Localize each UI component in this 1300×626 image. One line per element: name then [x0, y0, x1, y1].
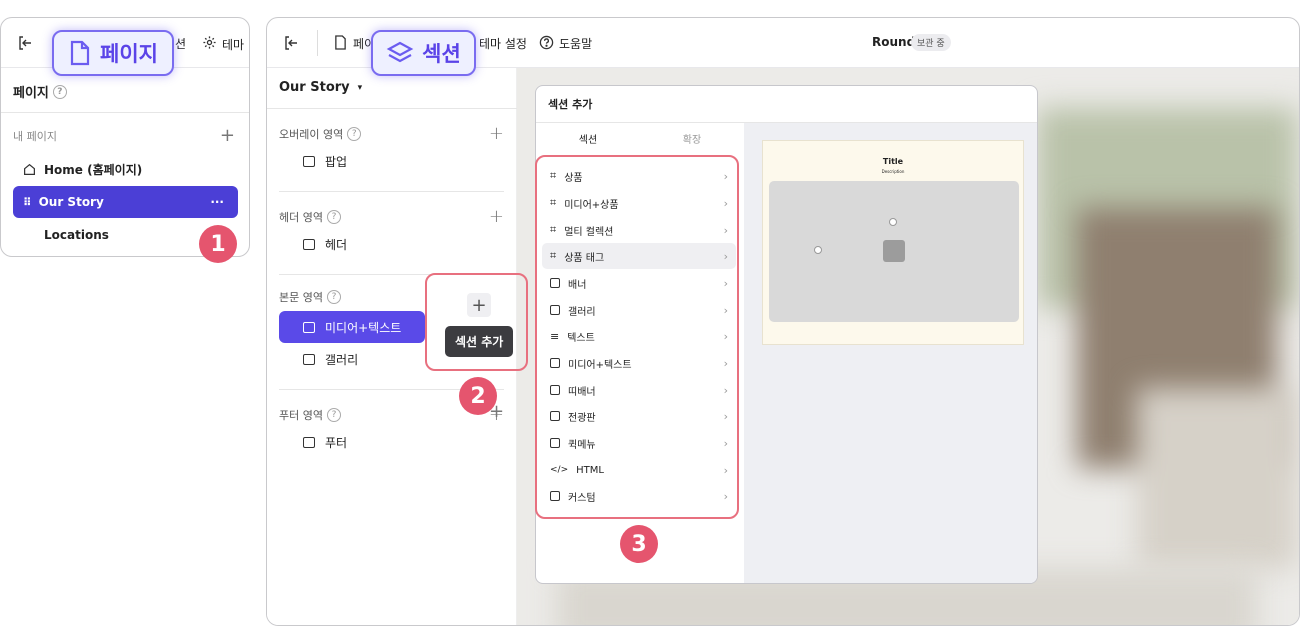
- tag-icon: ⌗: [550, 249, 557, 262]
- group-divider: [279, 191, 504, 192]
- page-item-home[interactable]: Home (홈페이지): [13, 153, 238, 185]
- help-circle-icon[interactable]: [539, 35, 554, 50]
- title-divider: [1, 112, 249, 113]
- help-icon[interactable]: ?: [326, 290, 341, 304]
- layout-icon: [550, 411, 560, 421]
- list-item-marquee[interactable]: 전광판 ›: [542, 403, 736, 429]
- site-name: Round: [872, 35, 916, 49]
- modal-title: 섹션 추가: [548, 98, 593, 111]
- exit-icon[interactable]: [17, 35, 33, 51]
- list-item-quick-menu[interactable]: 퀵메뉴 ›: [542, 430, 736, 456]
- help-icon[interactable]: ?: [326, 209, 341, 224]
- image-icon: [303, 353, 315, 365]
- toolbar-theme-text[interactable]: 테마: [222, 36, 244, 53]
- exit-icon[interactable]: [283, 35, 299, 51]
- layout-icon: [303, 238, 315, 250]
- tab-section[interactable]: 섹션: [536, 123, 640, 153]
- tab-extension[interactable]: 확장: [640, 123, 744, 153]
- help-icon[interactable]: ?: [326, 407, 341, 422]
- layout-icon: [550, 438, 560, 448]
- tag-icon: ⌗: [550, 196, 557, 209]
- list-item-text[interactable]: ≡ 텍스트 ›: [542, 323, 736, 349]
- drag-dot: [814, 246, 822, 254]
- list-item-product-tag[interactable]: ⌗ 상품 태그 ›: [542, 243, 736, 269]
- my-pages-header: 내 페이지 +: [13, 125, 235, 146]
- chevron-down-icon: ▾: [357, 82, 363, 93]
- list-item-product[interactable]: ⌗ 상품 ›: [542, 163, 736, 189]
- add-section-modal: 섹션 추가 섹션 확장 ⌗ 상품 › ⌗ 미디어+상품 › ⌗ 멀티 컬렉션 › ⌗ …: [535, 85, 1038, 584]
- toolbar-section-text[interactable]: 션: [175, 35, 186, 52]
- add-section-plus-button[interactable]: +: [467, 293, 491, 317]
- header-group-header: 헤더 영역 ? +: [279, 206, 504, 227]
- section-preview-area: Title Description: [744, 123, 1037, 583]
- image-icon: [550, 278, 560, 288]
- overlay-group-header: 오버레이 영역 ? +: [279, 123, 504, 144]
- preview-blur-block: [1137, 388, 1297, 568]
- list-item-html[interactable]: </> HTML ›: [542, 457, 736, 483]
- list-item-media-product[interactable]: ⌗ 미디어+상품 ›: [542, 190, 736, 216]
- image-icon: [303, 321, 315, 333]
- list-item-multi-collection[interactable]: ⌗ 멀티 컬렉션 ›: [542, 217, 736, 243]
- text-icon: ≡: [550, 329, 560, 343]
- image-icon: [550, 305, 560, 315]
- help-icon[interactable]: ?: [347, 126, 362, 141]
- toolbar-help-button[interactable]: 도움말: [559, 35, 592, 52]
- code-icon: </>: [550, 465, 569, 475]
- add-page-plus-icon[interactable]: +: [220, 127, 235, 145]
- section-item-media-text[interactable]: 미디어+텍스트: [279, 311, 425, 343]
- preview-image-placeholder: [769, 181, 1019, 322]
- step-3-badge: 3: [620, 525, 658, 563]
- add-section-tooltip: 섹션 추가: [445, 326, 514, 357]
- section-callout: 섹션: [371, 30, 476, 76]
- page-item-our-story[interactable]: ⠿ Our Story ···: [13, 186, 238, 218]
- add-header-plus-icon[interactable]: +: [489, 206, 504, 227]
- list-item-banner[interactable]: 배너 ›: [542, 270, 736, 296]
- image-icon: [550, 358, 560, 368]
- tag-icon: ⌗: [550, 223, 557, 236]
- page-title: 페이지 ?: [13, 82, 67, 101]
- layout-icon: [303, 436, 315, 448]
- preview-title: Title: [882, 157, 904, 166]
- image-placeholder-icon: [883, 240, 905, 262]
- section-item-popup[interactable]: 팝업: [279, 145, 425, 177]
- preview-description: Description: [881, 169, 905, 174]
- toolbar-divider: [317, 30, 318, 56]
- list-item-media-text[interactable]: 미디어+텍스트 ›: [542, 350, 736, 376]
- layout-icon: [303, 155, 315, 167]
- list-item-strip-banner[interactable]: 띠배너 ›: [542, 377, 736, 403]
- list-item-gallery[interactable]: 갤러리 ›: [542, 297, 736, 323]
- list-item-custom[interactable]: 커스텀 ›: [542, 483, 736, 509]
- group-divider: [279, 274, 504, 275]
- modal-tabs: 섹션 확장: [536, 123, 744, 153]
- status-badge: 보관 중: [911, 34, 951, 51]
- step-1-badge: 1: [199, 225, 237, 263]
- toolbar-theme-button[interactable]: 테마 설정: [479, 35, 527, 52]
- drag-handle-icon[interactable]: ⠿: [23, 196, 32, 209]
- selector-divider: [267, 108, 517, 109]
- file-icon: [334, 35, 347, 50]
- section-type-list: ⌗ 상품 › ⌗ 미디어+상품 › ⌗ 멀티 컬렉션 › ⌗ 상품 태그 › 배너 › 갤: [536, 153, 744, 583]
- more-icon[interactable]: ···: [210, 195, 224, 209]
- editor-panel: 페이 테마 설정 도움말 Round 보관 중 Our Story ▾ 오버레이…: [266, 17, 1300, 626]
- tag-icon: ⌗: [550, 169, 557, 182]
- section-item-footer[interactable]: 푸터: [279, 426, 425, 458]
- add-overlay-plus-icon[interactable]: +: [489, 123, 504, 144]
- section-preview-card: Title Description: [762, 140, 1024, 345]
- gear-icon[interactable]: [202, 35, 217, 50]
- help-icon[interactable]: ?: [52, 84, 67, 99]
- page-selector[interactable]: Our Story ▾: [279, 80, 362, 95]
- drag-dot: [889, 218, 897, 226]
- section-item-gallery[interactable]: 갤러리: [279, 343, 425, 375]
- step-2-badge: 2: [459, 377, 497, 415]
- layout-icon: [550, 385, 560, 395]
- page-callout: 페이지: [52, 30, 174, 76]
- section-item-header[interactable]: 헤더: [279, 228, 425, 260]
- layout-icon: [550, 491, 560, 501]
- home-icon: [23, 163, 36, 176]
